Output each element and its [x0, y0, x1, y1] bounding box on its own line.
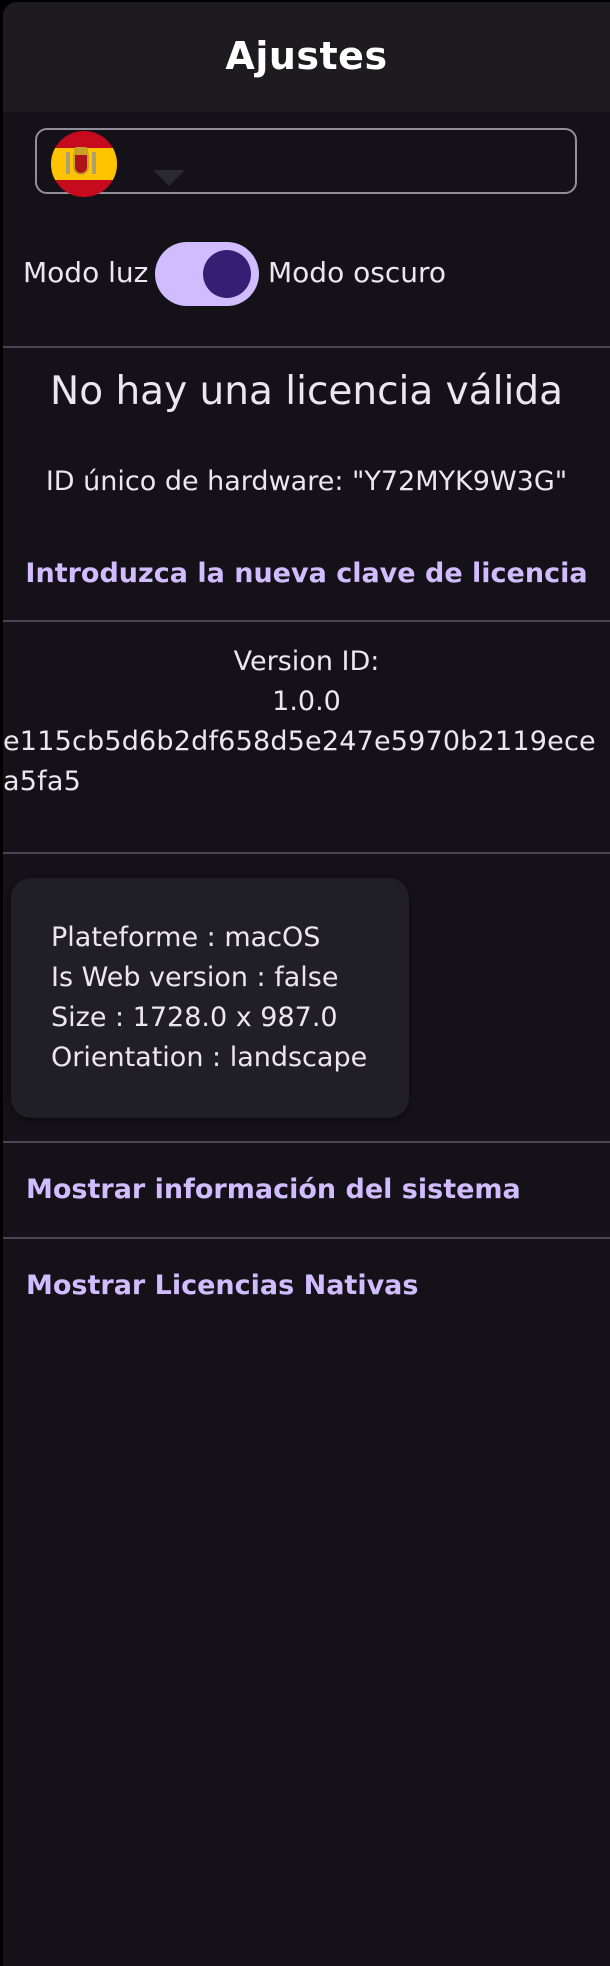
web-version-text: Is Web version : false [51, 962, 339, 993]
version-info: Version ID: 1.0.0 e115cb5d6b2df658d5e247… [3, 642, 610, 802]
settings-window: Ajustes Modo luz Modo oscuro No hay una … [3, 2, 610, 1966]
show-system-info-button[interactable]: Mostrar información del sistema [26, 1174, 521, 1205]
orientation-text: Orientation : landscape [51, 1042, 368, 1073]
dark-mode-switch[interactable] [155, 242, 259, 306]
page-title: Ajustes [225, 34, 388, 78]
divider [3, 852, 610, 854]
spain-flag-icon [51, 131, 117, 197]
dark-mode-label: Modo oscuro [268, 256, 446, 289]
dropdown-arrow-icon [153, 170, 185, 186]
version-label: Version ID: [233, 646, 380, 677]
license-status: No hay una licencia válida [50, 369, 563, 414]
system-info-card: Plateforme : macOS Is Web version : fals… [11, 878, 409, 1118]
divider [3, 1237, 610, 1239]
light-mode-label: Modo luz [23, 256, 149, 289]
divider [3, 346, 610, 348]
app-bar: Ajustes [3, 2, 610, 112]
version-number: 1.0.0 [272, 686, 341, 717]
hardware-id-text: ID único de hardware: "Y72MYK9W3G" [45, 466, 568, 497]
platform-text: Plateforme : macOS [51, 922, 321, 953]
size-text: Size : 1728.0 x 987.0 [51, 1002, 338, 1033]
show-native-licenses-button[interactable]: Mostrar Licencias Nativas [26, 1270, 418, 1301]
divider [3, 1141, 610, 1143]
switch-thumb [203, 250, 251, 298]
theme-toggle-row: Modo luz Modo oscuro [3, 240, 610, 306]
divider [3, 620, 610, 622]
enter-license-key-link[interactable]: Introduzca la nueva clave de licencia [3, 558, 610, 589]
language-dropdown[interactable] [35, 128, 577, 197]
version-hash: e115cb5d6b2df658d5e247e5970b2119ecea5fa5 [3, 726, 596, 797]
